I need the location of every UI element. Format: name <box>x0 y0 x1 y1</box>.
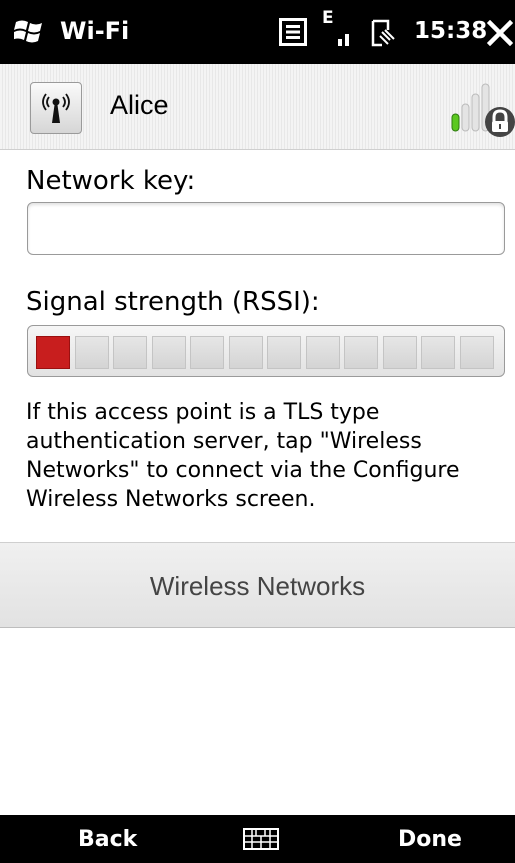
signal-segment <box>305 336 340 369</box>
network-name: Alice <box>110 90 169 120</box>
signal-segment <box>459 336 494 369</box>
signal-segment <box>421 336 455 369</box>
app-title: Wi-Fi <box>60 17 130 45</box>
signal-segment <box>190 336 224 369</box>
battery-icon[interactable] <box>370 18 400 48</box>
signal-strength-label: Signal strength (RSSI): <box>26 287 320 317</box>
network-signal-icon[interactable]: E <box>322 8 356 48</box>
signal-segment <box>228 336 263 369</box>
network-key-input[interactable] <box>27 202 505 255</box>
wireless-networks-button[interactable]: Wireless Networks <box>0 542 515 628</box>
info-text: If this access point is a TLS type authe… <box>26 400 460 512</box>
clock: 15:38 <box>414 18 488 44</box>
access-point-icon <box>42 93 70 123</box>
status-bar: Wi-Fi E 15:38 <box>0 0 515 64</box>
windows-logo-icon[interactable] <box>14 18 44 44</box>
signal-segment <box>344 336 378 369</box>
softkey-bar: Back Done <box>0 815 515 863</box>
done-softkey[interactable]: Done <box>398 823 462 857</box>
network-type-label: E <box>322 8 334 28</box>
signal-segment <box>36 336 70 369</box>
keyboard-icon[interactable] <box>243 828 279 850</box>
access-point-button[interactable] <box>30 82 82 134</box>
back-softkey[interactable]: Back <box>78 823 137 857</box>
signal-segment <box>151 336 186 369</box>
signal-segment <box>74 336 109 369</box>
network-key-label: Network key: <box>26 166 196 196</box>
notification-icon[interactable] <box>279 18 307 46</box>
signal-segment <box>113 336 147 369</box>
close-icon[interactable] <box>487 20 513 46</box>
signal-segment <box>382 336 417 369</box>
network-header: Alice <box>0 64 515 150</box>
signal-segment <box>267 336 301 369</box>
signal-strength-meter <box>27 325 505 377</box>
signal-strength-lock-icon <box>451 83 515 137</box>
